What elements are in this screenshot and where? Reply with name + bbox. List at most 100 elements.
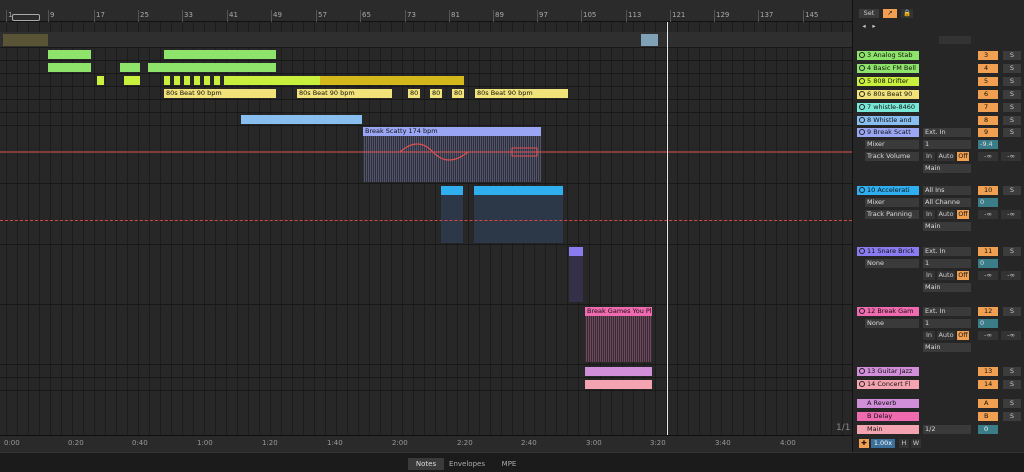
return-number[interactable]: 0 [978, 425, 998, 434]
output-select[interactable]: Main [923, 164, 971, 173]
input-channel-select[interactable]: 1 [923, 259, 971, 268]
volume-field[interactable]: 0 [978, 319, 998, 328]
lane-7-whistle[interactable] [0, 100, 852, 113]
track-name[interactable]: 9 Break Scatt [857, 128, 919, 137]
clip[interactable]: 80s Beat 90 bpm [164, 89, 276, 98]
send-b-field[interactable]: -∞ [1001, 152, 1021, 161]
solo-button[interactable]: S [1003, 367, 1021, 376]
lane-10-accelerati[interactable] [0, 184, 852, 245]
track-activator-icon[interactable] [859, 52, 865, 58]
send-b-field[interactable]: -∞ [1001, 331, 1021, 340]
loop-brace-icon[interactable] [12, 14, 40, 21]
solo-button[interactable]: S [1003, 103, 1021, 112]
clip[interactable] [585, 380, 652, 389]
clip[interactable] [569, 247, 583, 256]
monitor-off-button[interactable]: Off [957, 210, 969, 219]
lane-6-80s-beat[interactable]: 80s Beat 90 bpm 80s Beat 90 bpm 80 80 80… [0, 87, 852, 100]
track-name[interactable]: 6 80s Beat 90 [857, 90, 919, 99]
main-output-select[interactable]: 1/2 [923, 425, 971, 434]
track-name[interactable]: 10 Accelerati [857, 186, 919, 195]
monitor-in-button[interactable]: In [923, 331, 935, 340]
lane-9-break-scatty[interactable]: Break Scatty 174 bpm [0, 126, 852, 184]
w-button[interactable]: W [911, 439, 921, 448]
track-activator-icon[interactable] [859, 381, 865, 387]
monitor-auto-button[interactable]: Auto [937, 152, 955, 161]
return-number[interactable]: A [978, 399, 998, 408]
track-number[interactable]: 5 [978, 77, 998, 86]
return-name[interactable]: B Delay [857, 412, 919, 421]
automation-mixer-select[interactable]: Mixer [865, 140, 919, 149]
track-name[interactable]: 11 Snare Brick [857, 247, 919, 256]
solo-button[interactable]: S [1003, 77, 1021, 86]
clip[interactable] [320, 76, 464, 85]
track-name[interactable]: 7 whistle-8460 [857, 103, 919, 112]
clip[interactable] [441, 186, 463, 195]
set-button[interactable]: Set [859, 9, 879, 18]
arrangement-view[interactable]: 80s Beat 90 bpm 80s Beat 90 bpm 80 80 80… [0, 22, 852, 435]
track-activator-icon[interactable] [859, 187, 865, 193]
clip[interactable] [241, 115, 362, 124]
bar-ruler[interactable]: 1 9 17 25 33 41 49 57 65 73 81 89 97 105 113 121 129 137 1… [0, 0, 852, 22]
track-name[interactable]: 3 Analog Stab [857, 51, 919, 60]
solo-button[interactable]: S [1003, 380, 1021, 389]
track-activator-icon[interactable] [859, 104, 865, 110]
track-number[interactable]: 9 [978, 128, 998, 137]
send-b-field[interactable]: -∞ [1001, 210, 1021, 219]
input-channel-select[interactable]: 1 [923, 319, 971, 328]
track-number[interactable]: 8 [978, 116, 998, 125]
input-type-select[interactable]: Ext. In [923, 247, 971, 256]
monitor-auto-button[interactable]: Auto [937, 271, 955, 280]
loop-region[interactable] [3, 34, 48, 46]
track-number[interactable]: 3 [978, 51, 998, 60]
solo-button[interactable]: S [1003, 51, 1021, 60]
automation-envelope[interactable] [0, 220, 852, 221]
track-number[interactable]: 13 [978, 367, 998, 376]
track-activator-icon[interactable] [859, 117, 865, 123]
clip[interactable]: 80 [408, 89, 420, 98]
monitor-auto-button[interactable]: Auto [937, 210, 955, 219]
lane-11-snare[interactable] [0, 245, 852, 305]
clip[interactable] [124, 76, 140, 85]
solo-button[interactable]: S [1003, 412, 1021, 421]
send-b-field[interactable]: -∞ [1001, 271, 1021, 280]
track-number[interactable]: 14 [978, 380, 998, 389]
input-channel-select[interactable]: 1 [923, 140, 971, 149]
track-number[interactable]: 12 [978, 307, 998, 316]
solo-button[interactable]: S [1003, 116, 1021, 125]
return-name[interactable]: A Reverb [857, 399, 919, 408]
track-name[interactable]: 12 Break Gam [857, 307, 919, 316]
track-activator-icon[interactable] [859, 308, 865, 314]
monitor-off-button[interactable]: Off [957, 271, 969, 280]
lock-icon[interactable]: 🔒 [901, 9, 913, 18]
lane-13-guitar[interactable] [0, 365, 852, 378]
track-name[interactable]: 14 Concert Fl [857, 380, 919, 389]
solo-button[interactable]: S [1003, 186, 1021, 195]
track-activator-icon[interactable] [859, 248, 865, 254]
solo-button[interactable]: S [1003, 90, 1021, 99]
volume-field[interactable]: 0 [978, 198, 998, 207]
clip[interactable] [97, 76, 104, 85]
input-channel-select[interactable]: All Channe [923, 198, 971, 207]
clip[interactable] [164, 76, 230, 85]
input-type-select[interactable]: All Ins [923, 186, 971, 195]
lane-5-drifter[interactable] [0, 74, 852, 87]
lane-8-whistle-and[interactable] [0, 113, 852, 126]
solo-button[interactable]: S [1003, 247, 1021, 256]
forward-icon[interactable]: ▸ [869, 22, 879, 31]
clip[interactable] [48, 63, 91, 72]
clip[interactable]: 80 [452, 89, 464, 98]
track-activator-icon[interactable] [859, 91, 865, 97]
send-a-field[interactable]: -∞ [978, 331, 998, 340]
output-select[interactable]: Main [923, 283, 971, 292]
return-number[interactable]: B [978, 412, 998, 421]
back-icon[interactable]: ◂ [859, 22, 869, 31]
automation-control-select[interactable]: Track Volume [865, 152, 919, 161]
track-activator-icon[interactable] [859, 368, 865, 374]
collapse-icon[interactable]: ✚ [859, 439, 869, 448]
clip[interactable]: Break Games You Pl [585, 307, 652, 316]
solo-button[interactable]: S [1003, 399, 1021, 408]
track-number[interactable]: 7 [978, 103, 998, 112]
tab-notes[interactable]: Notes [408, 458, 444, 470]
input-type-select[interactable]: Ext. In [923, 307, 971, 316]
track-activator-icon[interactable] [859, 129, 865, 135]
